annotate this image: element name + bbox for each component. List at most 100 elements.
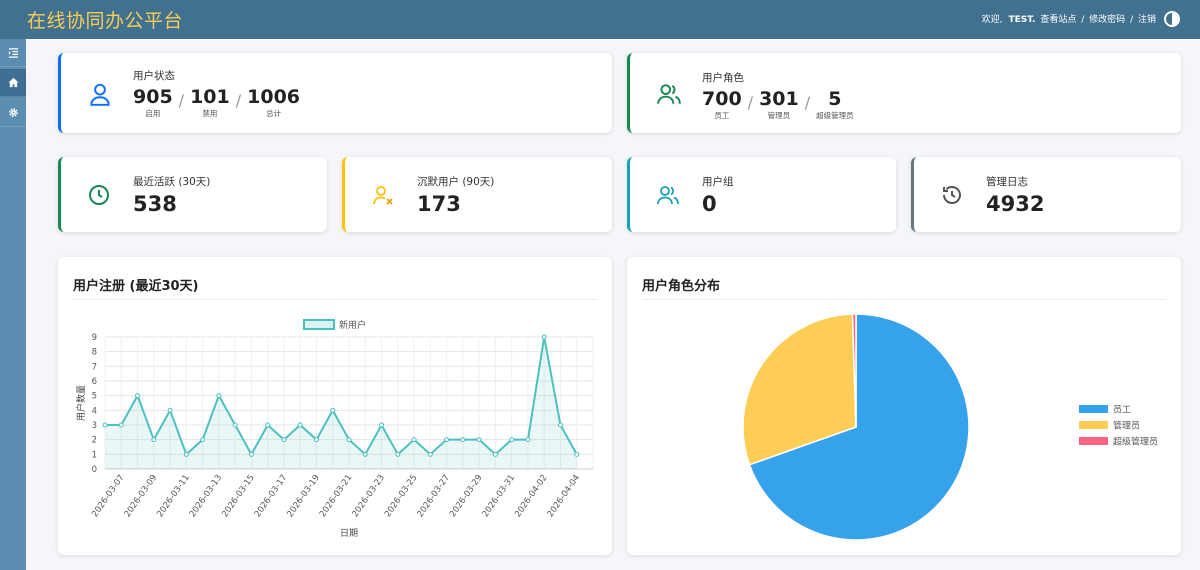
y-tick-label: 7 <box>92 362 97 372</box>
registration-line-chart[interactable]: 0 1 2 3 4 5 6 7 8 9 2026-03-072026-03-092026-03-11… <box>58 257 612 555</box>
y-tick-label: 0 <box>92 465 97 475</box>
x-tick-label: 2026-03-29 <box>448 473 485 519</box>
roles-pie-chart[interactable]: 员工管理员超级管理员 <box>627 257 1181 555</box>
user-groups-card: 用户组 0 <box>627 157 896 232</box>
admin-count: 301 <box>759 88 799 110</box>
divider: / <box>235 91 242 110</box>
superadmin-count: 5 <box>828 88 842 110</box>
silent-users-count: 173 <box>417 192 461 216</box>
legend-label: 新用户 <box>339 319 366 331</box>
data-point <box>167 407 173 413</box>
x-tick-label: 2026-03-13 <box>188 473 225 519</box>
separator: / <box>1081 15 1085 25</box>
data-point <box>395 451 401 457</box>
recent-active-card: 最近活跃 (30天) 538 <box>58 157 327 232</box>
user-status-title: 用户状态 <box>133 70 175 82</box>
data-point <box>313 437 319 443</box>
logout-link[interactable]: 注销 <box>1138 15 1156 25</box>
data-point <box>151 437 157 443</box>
x-tick-label: 2026-03-19 <box>285 473 322 519</box>
active-label: 启用 <box>145 109 161 118</box>
x-tick-label: 2026-03-21 <box>318 473 355 519</box>
home-icon <box>7 77 19 88</box>
brand-title[interactable]: 在线协同办公平台 <box>27 6 183 33</box>
x-axis-title: 日期 <box>340 528 358 539</box>
separator: / <box>1130 15 1134 25</box>
legend-swatch <box>303 319 335 330</box>
series-area <box>105 337 577 469</box>
sidebar-item-home[interactable] <box>0 69 26 97</box>
data-point <box>281 437 287 443</box>
x-tick-label: 2026-03-17 <box>253 473 290 519</box>
recent-active-count: 538 <box>133 192 177 216</box>
divider: / <box>747 93 754 112</box>
data-point <box>492 451 498 457</box>
data-point <box>476 437 482 443</box>
superadmin-label: 超级管理员 <box>816 111 854 120</box>
data-point <box>248 451 254 457</box>
data-point <box>460 437 466 443</box>
sidebar-item-settings[interactable] <box>0 99 26 127</box>
data-point <box>509 437 515 443</box>
y-tick-label: 3 <box>92 421 97 431</box>
x-tick-label: 2026-03-27 <box>416 473 453 519</box>
data-point <box>557 422 563 428</box>
user-roles-title: 用户角色 <box>702 72 744 84</box>
x-tick-label: 2026-03-09 <box>123 473 160 519</box>
data-point <box>102 422 108 428</box>
admin-logs-title: 管理日志 <box>986 176 1028 188</box>
admin-logs-count: 4932 <box>986 192 1045 216</box>
roles-chart-panel: 用户角色分布 员工 管理员 超级管理员 <box>627 257 1181 555</box>
x-tick-label: 2026-04-04 <box>546 473 583 519</box>
recent-active-title: 最近活跃 (30天) <box>133 176 211 188</box>
data-point <box>297 422 303 428</box>
disabled-label: 禁用 <box>202 109 218 118</box>
x-tick-label: 2026-03-25 <box>383 473 420 519</box>
user-x-icon <box>373 186 393 205</box>
data-point <box>574 451 580 457</box>
registration-chart-panel: 用户注册 (最近30天) 0 1 2 3 4 5 6 7 8 9 2026-03-07 2026-03… <box>58 257 612 555</box>
silent-users-card: 沉默用户 (90天) 173 <box>342 157 612 232</box>
x-tick-label: 2026-03-15 <box>220 473 257 519</box>
data-point <box>362 451 368 457</box>
user-status-values: 905 启用 / 101 禁用 / 1006 总计 <box>133 87 300 119</box>
view-site-link[interactable]: 查看站点 <box>1040 15 1076 25</box>
data-point <box>330 407 336 413</box>
employee-label: 员工 <box>714 111 730 120</box>
data-point <box>135 393 141 399</box>
divider: / <box>804 93 811 112</box>
legend-swatch <box>1079 421 1108 429</box>
user-status-card: 用户状态 905 启用 / 101 禁用 / 1006 总计 <box>58 53 612 133</box>
user-groups-count: 0 <box>702 192 717 216</box>
total-count: 1006 <box>247 86 301 108</box>
users-icon <box>657 84 681 104</box>
x-tick-label: 2026-04-02 <box>513 473 550 519</box>
user-tools: 欢迎, TEST. 查看站点 / 修改密码 / 注销 <box>980 12 1156 25</box>
data-point <box>183 451 189 457</box>
user-roles-card: 用户角色 700 员工 / 301 管理员 / 5 超级管理员 <box>627 53 1181 133</box>
y-tick-label: 1 <box>92 450 97 460</box>
y-tick-label: 8 <box>92 348 97 358</box>
data-point <box>232 422 238 428</box>
data-point <box>216 393 222 399</box>
x-tick-label: 2026-03-31 <box>481 473 518 519</box>
y-tick-label: 5 <box>92 392 97 402</box>
change-password-link[interactable]: 修改密码 <box>1089 15 1125 25</box>
username: TEST. <box>1008 15 1036 25</box>
data-point <box>346 437 352 443</box>
sidebar-toggle-button[interactable] <box>0 39 26 67</box>
x-tick-label: 2026-03-11 <box>155 473 192 519</box>
sidebar <box>0 39 26 570</box>
silent-users-title: 沉默用户 (90天) <box>417 176 495 188</box>
legend-swatch <box>1079 437 1108 445</box>
y-tick-label: 2 <box>92 436 97 446</box>
data-point <box>444 437 450 443</box>
users-icon <box>657 186 679 205</box>
user-roles-values: 700 员工 / 301 管理员 / 5 超级管理员 <box>702 89 854 121</box>
y-axis-title: 用户数量 <box>75 385 87 421</box>
y-tick-label: 9 <box>92 333 97 343</box>
legend-label: 员工 <box>1113 405 1131 416</box>
theme-toggle-icon[interactable] <box>1164 11 1180 27</box>
x-tick-label: 2026-03-07 <box>90 473 127 519</box>
history-icon <box>943 186 961 204</box>
